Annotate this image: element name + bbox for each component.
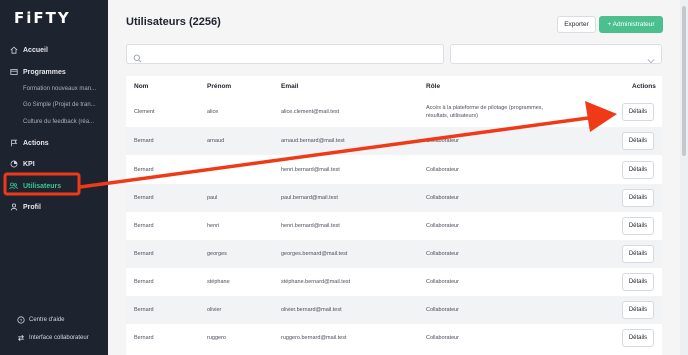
sidebar-item-label: Accueil (23, 46, 48, 54)
cell-prenom: georges (207, 251, 227, 257)
cell-role: Accès à la plateforme de pilotage (progr… (426, 105, 544, 119)
cell-role: Collaborateur (426, 195, 460, 201)
svg-text:?: ? (19, 318, 22, 324)
main-content: Utilisateurs (2256) Exporter + Administr… (108, 0, 680, 355)
details-button[interactable]: Détails (622, 245, 654, 263)
export-button[interactable]: Exporter (557, 16, 596, 33)
search-input[interactable] (126, 44, 444, 64)
sidebar-item-utilisateurs[interactable]: Utilisateurs (0, 176, 108, 196)
cell-prenom: ruggero (207, 335, 226, 341)
sidebar-item-label: Profil (23, 203, 41, 211)
cell-nom: Bernard (134, 195, 154, 201)
sidebar-item-kpi[interactable]: KPI (0, 154, 108, 174)
actions-icon (9, 139, 18, 148)
cell-email: olivier.bernard@mail.test (281, 307, 342, 313)
table-row: Bernard georges georges.bernard@mail.tes… (126, 240, 662, 268)
role-filter-select[interactable] (450, 44, 662, 64)
details-button[interactable]: Détails (622, 161, 654, 179)
table-row: Clement alice alice.clement@mail.test Ac… (126, 98, 662, 126)
sidebar-item-label: Utilisateurs (23, 182, 62, 190)
cell-nom: Bernard (134, 167, 154, 173)
column-header-prenom[interactable]: Prénom (207, 83, 231, 90)
sidebar-item-label: Programmes (23, 68, 66, 76)
users-table: Nom Prénom Email Rôle Actions Clement al… (126, 76, 662, 355)
cell-prenom: henri (207, 223, 220, 229)
sidebar-item-label: Actions (23, 139, 49, 147)
cell-role: Collaborateur (426, 138, 460, 144)
sidebar-item-accueil[interactable]: Accueil (0, 40, 108, 60)
column-header-nom[interactable]: Nom (134, 83, 148, 90)
sidebar-item-programmes[interactable]: Programmes (0, 62, 108, 82)
chevron-down-icon (647, 51, 655, 69)
details-button[interactable]: Détails (622, 273, 654, 291)
details-button[interactable]: Détails (622, 329, 654, 347)
cell-prenom: olivier (207, 307, 222, 313)
cell-nom: Clement (134, 109, 155, 115)
column-header-actions: Actions (632, 83, 656, 90)
scrollbar-thumb[interactable] (682, 6, 686, 156)
cell-prenom: arnaud (207, 138, 225, 144)
cell-email: georges.bernard@mail.test (281, 251, 348, 257)
cell-email: arnaud.bernard@mail.test (281, 138, 345, 144)
collaborator-interface-label: Interface collaborateur (29, 335, 89, 341)
page-scrollbar[interactable] (680, 0, 688, 355)
home-icon (9, 46, 18, 55)
cell-nom: Bernard (134, 223, 154, 229)
cell-nom: Bernard (134, 251, 154, 257)
cell-role: Collaborateur (426, 279, 460, 285)
table-row: Bernard ruggero ruggero.bernard@mail.tes… (126, 324, 662, 352)
details-button[interactable]: Détails (622, 217, 654, 235)
table-row: Bernard olivier olivier.bernard@mail.tes… (126, 296, 662, 324)
sidebar: FiFTY Accueil Programmes Formation nouve… (0, 0, 108, 355)
details-button[interactable]: Détails (622, 301, 654, 319)
table-row: Bernard arnaud arnaud.bernard@mail.test … (126, 127, 662, 155)
add-administrator-button[interactable]: + Administrateur (599, 16, 663, 33)
help-icon: ? (16, 316, 25, 325)
cell-role: Collaborateur (426, 251, 460, 257)
details-button[interactable]: Détails (622, 103, 654, 121)
sidebar-subitem-programme[interactable]: Go Simple (Projet de tran... (0, 96, 108, 114)
table-header: Nom Prénom Email Rôle Actions (126, 76, 662, 98)
kpi-icon (9, 160, 18, 169)
cell-role: Collaborateur (426, 167, 460, 173)
details-button[interactable]: Détails (622, 189, 654, 207)
help-center-link[interactable]: ? Centre d'aide (0, 313, 108, 327)
sidebar-subitem-programme[interactable]: Culture du feedback (réa... (0, 113, 108, 131)
cell-role: Collaborateur (426, 307, 460, 313)
profile-icon (9, 203, 18, 212)
cell-nom: Bernard (134, 307, 154, 313)
column-header-email[interactable]: Email (281, 83, 298, 90)
sidebar-item-actions[interactable]: Actions (0, 133, 108, 153)
cell-email: alice.clement@mail.test (281, 109, 340, 115)
cell-role: Collaborateur (426, 223, 460, 229)
cell-email: stéphane.bernard@mail.test (281, 279, 351, 285)
cell-prenom: paul (207, 195, 218, 201)
table-row: Bernard henri henri.bernard@mail.test Co… (126, 212, 662, 240)
table-row: Bernard stéphane stéphane.bernard@mail.t… (126, 268, 662, 296)
programs-icon (9, 68, 18, 77)
collaborator-interface-link[interactable]: Interface collaborateur (0, 331, 108, 345)
column-header-role[interactable]: Rôle (426, 83, 440, 90)
search-icon (133, 50, 142, 68)
page-title: Utilisateurs (2256) (126, 16, 221, 28)
cell-prenom: stéphane (207, 279, 230, 285)
help-center-label: Centre d'aide (29, 317, 65, 323)
details-button[interactable]: Détails (622, 132, 654, 150)
switch-icon (16, 334, 25, 343)
table-row: Bernard henri.bernard@mail.test Collabor… (126, 156, 662, 184)
cell-email: paul.bernard@mail.test (281, 195, 338, 201)
cell-prenom: alice (207, 109, 219, 115)
cell-email: ruggero.bernard@mail.test (281, 335, 347, 341)
cell-nom: Bernard (134, 335, 154, 341)
cell-email: henri.bernard@mail.test (281, 223, 340, 229)
sidebar-item-label: KPI (23, 160, 35, 168)
cell-nom: Bernard (134, 138, 154, 144)
cell-nom: Bernard (134, 279, 154, 285)
users-icon (9, 182, 18, 191)
table-row: Bernard paul paul.bernard@mail.test Coll… (126, 184, 662, 212)
cell-role: Collaborateur (426, 335, 460, 341)
app-logo[interactable]: FiFTY (14, 9, 71, 27)
sidebar-item-profil[interactable]: Profil (0, 197, 108, 217)
cell-email: henri.bernard@mail.test (281, 167, 340, 173)
